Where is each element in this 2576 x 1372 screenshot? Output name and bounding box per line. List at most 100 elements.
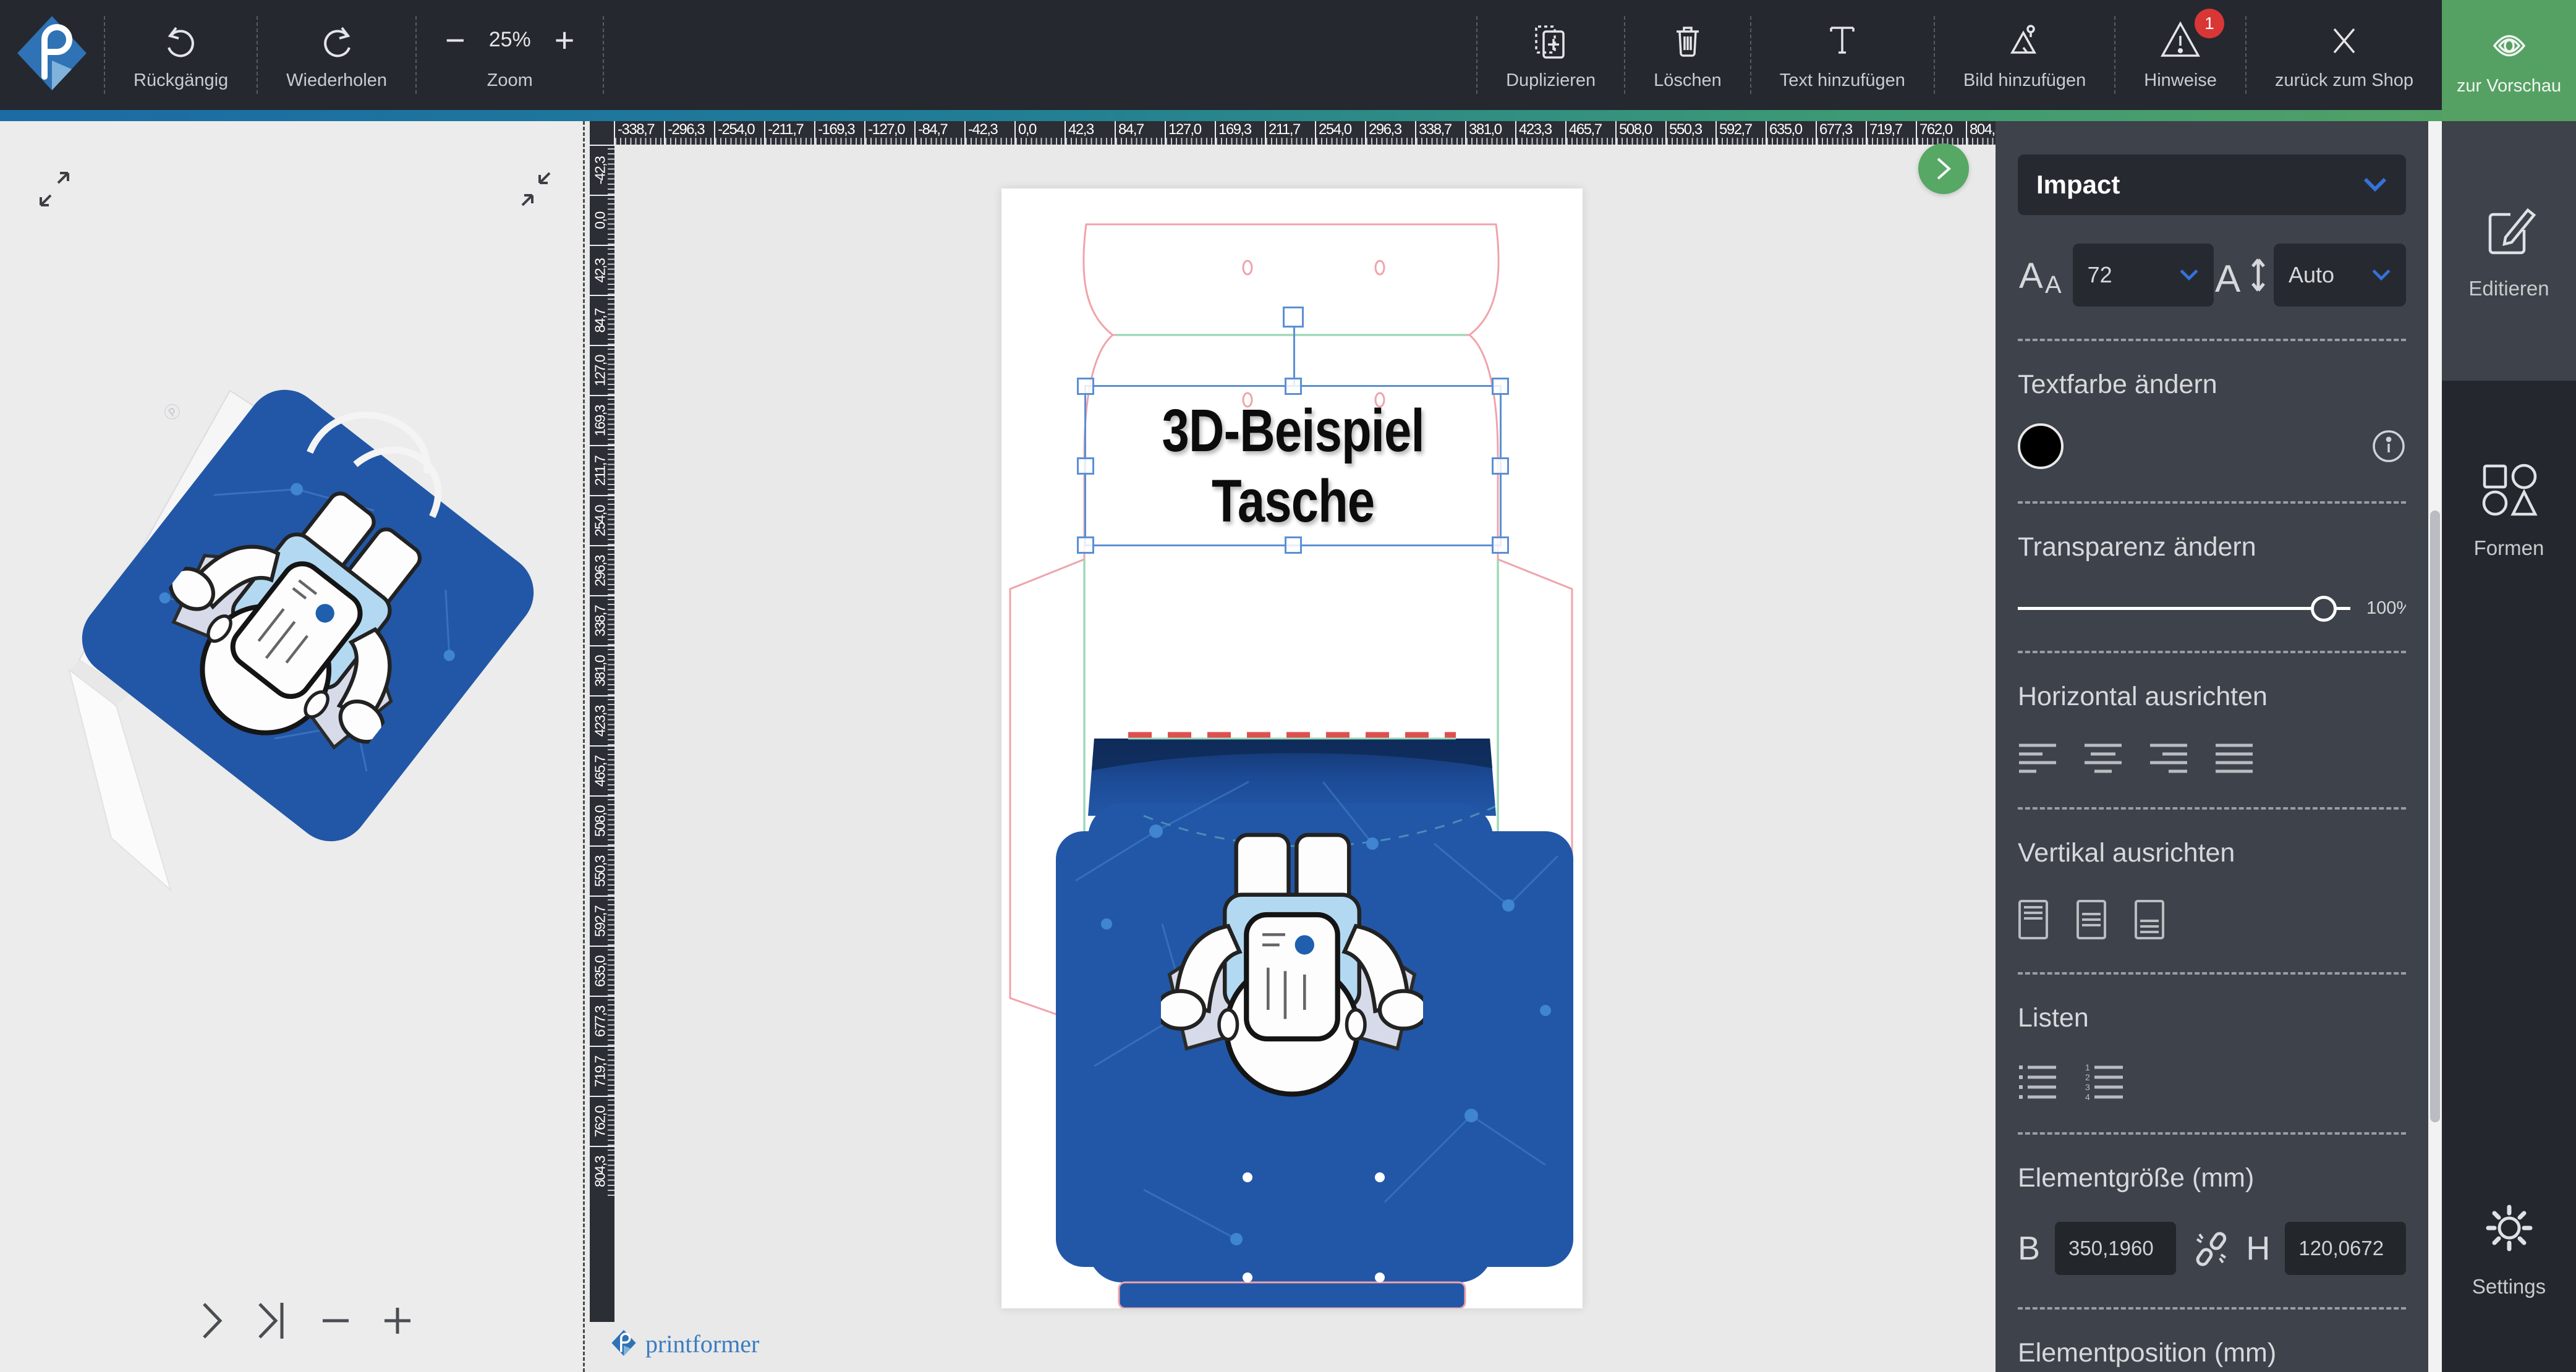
back-to-shop-button[interactable]: zurück zum Shop bbox=[2247, 0, 2442, 110]
numbered-list-icon[interactable]: 1234 bbox=[2085, 1064, 2124, 1100]
ruler-tick: 42,3 bbox=[1065, 121, 1115, 145]
add-text-label: Text hinzufügen bbox=[1780, 70, 1905, 91]
sidebar-item-settings[interactable]: Settings bbox=[2442, 1143, 2576, 1353]
ruler-tick: 169,3 bbox=[1215, 121, 1265, 145]
ruler-tick: 381,0 bbox=[590, 645, 614, 695]
transparency-slider[interactable] bbox=[2018, 607, 2350, 610]
ruler-tick: 677,3 bbox=[590, 996, 614, 1046]
chevron-down-icon bbox=[2371, 268, 2391, 282]
preview-zoom-in-icon[interactable] bbox=[381, 1299, 414, 1342]
section-divider bbox=[2018, 501, 2406, 504]
ruler-tick: -42,3 bbox=[964, 121, 1014, 145]
bag-3d-preview[interactable]: ⓟ ⓟ bbox=[12, 269, 569, 925]
ruler-tick: 635,0 bbox=[590, 946, 614, 996]
font-size-icon: A A bbox=[2018, 252, 2071, 298]
selected-text-element[interactable]: 3D-Beispiel Tasche bbox=[1084, 385, 1502, 546]
align-justify-icon[interactable] bbox=[2214, 743, 2253, 775]
font-family-select[interactable]: Impact bbox=[2018, 155, 2406, 215]
delete-button[interactable]: Löschen bbox=[1625, 0, 1750, 110]
settings-label: Settings bbox=[2472, 1275, 2546, 1298]
info-icon[interactable] bbox=[2371, 429, 2406, 464]
ruler-tick: 381,0 bbox=[1465, 121, 1515, 145]
resize-handle-nw[interactable] bbox=[1077, 378, 1094, 395]
resize-handle-s[interactable] bbox=[1285, 536, 1302, 554]
toggle-panel-button[interactable] bbox=[1918, 143, 1969, 194]
ruler-tick: 254,0 bbox=[590, 495, 614, 545]
delete-label: Löschen bbox=[1654, 70, 1722, 91]
align-center-icon[interactable] bbox=[2083, 743, 2122, 775]
h-align-section-label: Horizontal ausrichten bbox=[2018, 682, 2406, 712]
expand-icon[interactable] bbox=[30, 164, 79, 214]
section-divider bbox=[2018, 972, 2406, 975]
undo-icon bbox=[161, 20, 201, 61]
sidebar-item-formen[interactable]: Formen bbox=[2442, 381, 2576, 640]
preview-button[interactable]: zur Vorschau bbox=[2442, 0, 2576, 121]
valign-middle-icon[interactable] bbox=[2076, 899, 2107, 940]
rotate-next-icon[interactable] bbox=[198, 1299, 226, 1342]
zoom-out-button[interactable]: − bbox=[445, 28, 465, 53]
ruler-tick: 635,0 bbox=[1766, 121, 1816, 145]
zoom-in-button[interactable]: + bbox=[555, 28, 575, 53]
sidebar-item-label: Formen bbox=[2474, 536, 2544, 560]
valign-bottom-icon[interactable] bbox=[2134, 899, 2165, 940]
toolbar-spacer bbox=[604, 0, 1476, 110]
bullet-list-icon[interactable] bbox=[2018, 1064, 2057, 1100]
align-left-icon[interactable] bbox=[2018, 743, 2056, 775]
ruler-tick: -296,3 bbox=[664, 121, 714, 145]
ruler-tick: 127,0 bbox=[590, 345, 614, 395]
height-input[interactable]: 120,0672 bbox=[2285, 1222, 2406, 1275]
gear-icon bbox=[2480, 1198, 2539, 1258]
duplicate-button[interactable]: Duplizieren bbox=[1477, 0, 1624, 110]
resize-handle-e[interactable] bbox=[1492, 457, 1509, 475]
transparency-value: 100% bbox=[2366, 598, 2406, 619]
printformer-watermark: printformer bbox=[611, 1328, 759, 1360]
width-input[interactable]: 350,1960 bbox=[2055, 1222, 2176, 1275]
undo-button[interactable]: Rückgängig bbox=[105, 0, 257, 110]
line-height-icon: A bbox=[2215, 252, 2272, 298]
preview-zoom-out-icon[interactable] bbox=[319, 1299, 352, 1342]
resize-handle-n[interactable] bbox=[1285, 378, 1302, 395]
line-height-select[interactable]: Auto bbox=[2274, 243, 2406, 307]
rotation-handle[interactable] bbox=[1283, 307, 1304, 328]
unlink-icon[interactable] bbox=[2191, 1228, 2232, 1269]
resize-handle-w[interactable] bbox=[1077, 457, 1094, 475]
add-text-button[interactable]: Text hinzufügen bbox=[1751, 0, 1934, 110]
text-color-section-label: Textfarbe ändern bbox=[2018, 370, 2406, 400]
panel-scrollbar[interactable] bbox=[2428, 121, 2442, 1372]
element-position-section-label: Elementposition (mm) bbox=[2018, 1338, 2406, 1368]
text-element-content: 3D-Beispiel Tasche bbox=[1162, 396, 1424, 536]
ruler-tick: 338,7 bbox=[1415, 121, 1465, 145]
sidebar-item-editieren[interactable]: Editieren bbox=[2442, 121, 2576, 381]
zoom-control: − 25% + Zoom bbox=[417, 0, 603, 110]
ruler-tick: 127,0 bbox=[1165, 121, 1215, 145]
preview-3d-panel: ⓟ ⓟ bbox=[0, 121, 585, 1372]
printformer-watermark-icon bbox=[611, 1328, 637, 1360]
line-height-value: Auto bbox=[2289, 262, 2334, 288]
add-image-button[interactable]: Bild hinzufügen bbox=[1935, 0, 2114, 110]
resize-handle-se[interactable] bbox=[1492, 536, 1509, 554]
duplicate-label: Duplizieren bbox=[1506, 70, 1596, 91]
panel-scrollbar-thumb[interactable] bbox=[2430, 510, 2440, 1122]
ruler-tick: 296,3 bbox=[590, 545, 614, 595]
redo-button[interactable]: Wiederholen bbox=[258, 0, 415, 110]
add-image-icon bbox=[2005, 20, 2044, 61]
back-to-shop-label: zurück zum Shop bbox=[2275, 70, 2413, 91]
rotate-last-icon[interactable] bbox=[255, 1299, 291, 1342]
close-icon bbox=[2327, 20, 2361, 61]
width-label: B bbox=[2018, 1229, 2040, 1268]
transparency-slider-knob[interactable] bbox=[2311, 596, 2337, 622]
collapse-icon[interactable] bbox=[511, 164, 561, 214]
resize-handle-sw[interactable] bbox=[1077, 536, 1094, 554]
edit-icon bbox=[2481, 201, 2538, 258]
hints-button[interactable]: 1 Hinweise bbox=[2115, 0, 2245, 110]
app-logo[interactable] bbox=[0, 0, 104, 110]
align-right-icon[interactable] bbox=[2149, 743, 2187, 775]
valign-top-icon[interactable] bbox=[2018, 899, 2049, 940]
vertical-ruler: -42,30,042,384,7127,0169,3211,7254,0296,… bbox=[590, 145, 614, 1322]
ruler-tick: -84,7 bbox=[914, 121, 964, 145]
text-color-swatch[interactable] bbox=[2018, 423, 2064, 469]
artboard[interactable]: 3D-Beispiel Tasche bbox=[1001, 188, 1583, 1308]
font-size-select[interactable]: 72 bbox=[2073, 243, 2214, 307]
resize-handle-ne[interactable] bbox=[1492, 378, 1509, 395]
zoom-value[interactable]: 25% bbox=[489, 28, 531, 52]
